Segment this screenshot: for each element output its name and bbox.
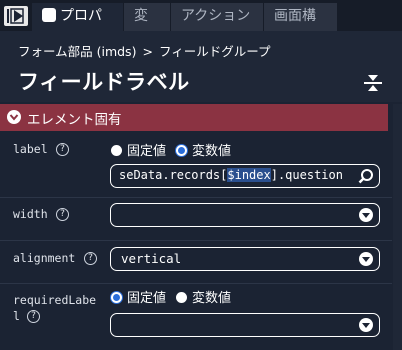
radio-fixed[interactable]: [111, 292, 122, 303]
property-row-width: width ?: [0, 198, 392, 241]
panel-collapse-icon[interactable]: [4, 6, 28, 26]
help-icon[interactable]: ?: [84, 252, 97, 265]
radio-fixed[interactable]: [111, 145, 122, 156]
alignment-select[interactable]: vertical: [110, 247, 380, 271]
search-icon[interactable]: [357, 167, 375, 185]
section-title: エレメント固有: [27, 112, 122, 128]
help-icon[interactable]: ?: [27, 310, 40, 323]
radio-variable[interactable]: [176, 145, 187, 156]
alignment-value: vertical: [121, 251, 182, 266]
radio-variable-label: 変数値: [192, 291, 232, 306]
property-row-label: label ? 固定値 変数値 seData.records[$index].q…: [0, 131, 392, 198]
radio-variable-label: 変数値: [192, 144, 232, 159]
label-variable-input[interactable]: seData.records[$index].question: [110, 164, 380, 188]
help-icon[interactable]: ?: [56, 143, 69, 156]
field-label: alignment: [13, 251, 76, 265]
required-label-select[interactable]: [110, 313, 380, 337]
tab-variables[interactable]: 変数: [124, 3, 170, 51]
page-title: フィールドラベル: [18, 70, 190, 94]
field-label-continued: l: [13, 309, 20, 323]
chevron-down-icon: [359, 318, 373, 332]
tab-bar: プロパティ 変数 アクション 画面構成: [0, 0, 402, 51]
chevron-down-icon[interactable]: [7, 110, 21, 124]
field-label: requiredLabe: [13, 293, 97, 307]
value-highlight: $index: [227, 168, 271, 182]
tab-actions[interactable]: アクション: [171, 3, 263, 31]
tab-screen-structure[interactable]: 画面構成: [264, 3, 337, 51]
width-select[interactable]: [110, 203, 380, 227]
chevron-down-icon: [359, 208, 373, 222]
tab-properties[interactable]: プロパティ: [32, 3, 123, 51]
radio-fixed-label: 固定値: [127, 291, 167, 306]
field-label: label: [13, 142, 48, 156]
value-suffix: ].question: [270, 168, 343, 182]
breadcrumb-current: フィールドグループ: [158, 44, 271, 59]
property-row-required-label: requiredLabe l ? 固定値 変数値: [0, 284, 392, 350]
property-row-alignment: alignment ? vertical: [0, 241, 392, 284]
field-label: width: [13, 207, 48, 221]
value-prefix: seData.records[: [119, 168, 228, 182]
chevron-down-icon: [359, 252, 373, 266]
breadcrumb: フォーム部品 (imds) > フィールドグループ: [18, 41, 270, 60]
collapse-all-icon[interactable]: [362, 72, 384, 94]
breadcrumb-part[interactable]: フォーム部品 (imds): [18, 44, 136, 59]
breadcrumb-separator: >: [142, 44, 153, 59]
section-header[interactable]: エレメント固有: [0, 104, 388, 131]
tab-label: アクション: [181, 8, 251, 24]
scrollbar[interactable]: [393, 104, 402, 350]
label-variable-value: seData.records[$index].question: [119, 168, 343, 182]
help-icon[interactable]: ?: [56, 208, 69, 221]
radio-variable[interactable]: [176, 292, 187, 303]
properties-icon: [42, 8, 56, 22]
radio-fixed-label: 固定値: [127, 144, 167, 159]
